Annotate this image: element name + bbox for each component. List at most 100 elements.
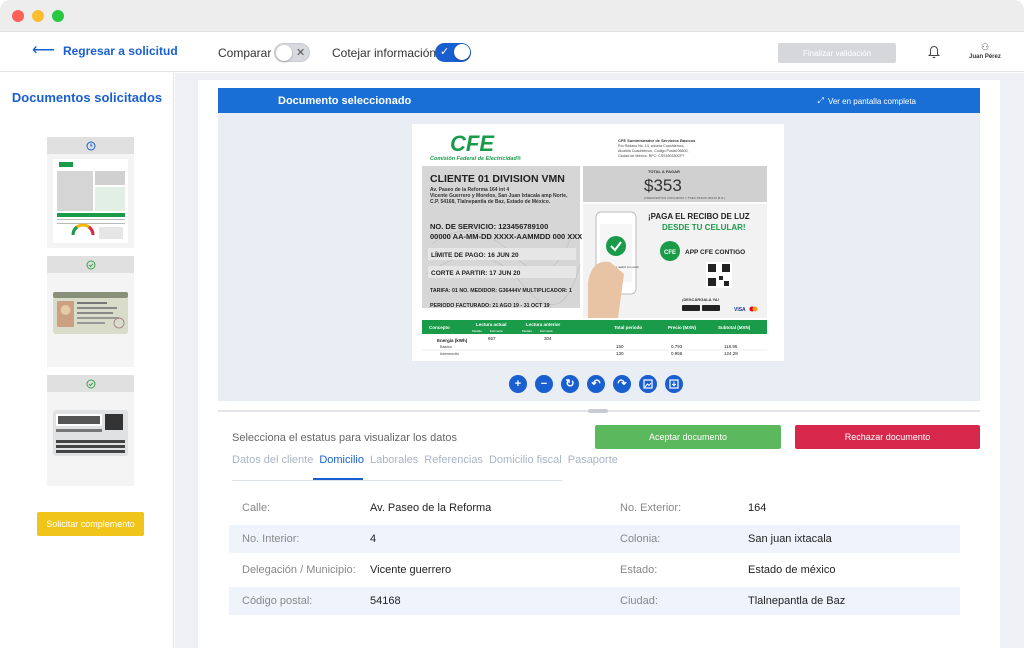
tab-address[interactable]: Domicilio xyxy=(319,454,364,480)
field-label: Estado: xyxy=(620,564,658,576)
field-value: Av. Paseo de la Reforma xyxy=(370,502,492,514)
field-value: Vicente guerrero xyxy=(370,564,452,576)
close-window-button[interactable] xyxy=(12,10,24,22)
tab-references[interactable]: Referencias xyxy=(424,454,483,480)
viewer-title: Documento seleccionado xyxy=(278,95,412,107)
compare-label: Comparar xyxy=(218,46,272,60)
minimize-window-button[interactable] xyxy=(32,10,44,22)
viewer-header: Documento seleccionado ⤢ Ver en pantalla… xyxy=(218,88,980,113)
sidebar-title: Documentos solicitados xyxy=(11,90,163,105)
cfe-bill-thumbnail xyxy=(53,159,128,243)
finalize-validation-button[interactable]: Finalizar validación xyxy=(778,43,896,63)
bill-meter-line: 00000 AA-MM-DD XXXX-AAMMDD 000 XXX xyxy=(430,232,582,241)
table-cell: 657 xyxy=(488,336,496,341)
field-label: Delegación / Municipio: xyxy=(242,564,356,576)
top-header: ⟵ Regresar a solicitud Comparar ✕ Coteja… xyxy=(0,32,1024,72)
table-subheader: Medida xyxy=(472,329,482,333)
field-label: Código postal: xyxy=(242,595,313,607)
tab-client-data[interactable]: Datos del cliente xyxy=(232,454,313,480)
bell-icon[interactable] xyxy=(928,45,940,59)
cfe-logo-subtitle: Comisión Federal de Electricidad® xyxy=(430,155,522,162)
user-menu[interactable]: ⚇ Juan Pérez xyxy=(962,42,1008,60)
table-header: Subtotal (MXN) xyxy=(718,325,751,330)
zoom-out-icon[interactable]: − xyxy=(535,375,553,393)
download-icon[interactable] xyxy=(665,375,683,393)
accept-document-button[interactable]: Aceptar documento xyxy=(595,425,781,449)
cfe-bill-document: CFE Comisión Federal de Electricidad® CF… xyxy=(412,124,784,361)
table-subheader: Medida xyxy=(522,329,532,333)
user-icon: ⚇ xyxy=(980,42,990,52)
check-circle-icon xyxy=(86,260,95,269)
issuer-line: CFE Suministrador de Servicios Básicos xyxy=(618,138,696,143)
field-value: 4 xyxy=(370,533,377,545)
table-cell: 304 xyxy=(544,336,552,341)
promo-line-2: DESDE TU CELULAR! xyxy=(662,223,746,232)
table-subheader: Estimada xyxy=(540,329,553,333)
document-thumbnail-ine-back[interactable] xyxy=(47,375,134,486)
expand-icon: ⤢ xyxy=(817,96,824,105)
bill-service-number: NO. DE SERVICIO: 123456789100 xyxy=(430,222,548,231)
field-label: No. Exterior: xyxy=(620,502,682,514)
document-viewer: Documento seleccionado ⤢ Ver en pantalla… xyxy=(218,88,980,401)
total-amount: $353 xyxy=(644,176,682,195)
toggle-knob xyxy=(276,45,292,61)
total-label: TOTAL A PAGAR xyxy=(648,169,680,174)
detail-row: Código postal: 54168 Ciudad: Tlalnepantl… xyxy=(229,587,960,615)
document-thumbnail-cfe-bill[interactable] xyxy=(47,137,134,248)
fullscreen-label: Ver en pantalla completa xyxy=(827,96,916,106)
ine-back-thumbnail xyxy=(53,410,128,456)
table-cell: 118.95 xyxy=(724,344,738,349)
arrow-left-icon: ⟵ xyxy=(32,42,55,59)
cross-check-toggle[interactable]: ✓ xyxy=(435,43,471,62)
detail-tabs: Datos del cliente Domicilio Laborales Re… xyxy=(232,454,618,480)
tab-employment[interactable]: Laborales xyxy=(370,454,418,480)
table-header: Concepto xyxy=(429,325,450,330)
table-header: Precio (MXN) xyxy=(668,325,697,330)
bill-client-name: CLIENTE 01 DIVISION VMN xyxy=(430,173,565,185)
bill-period: PERIODO FACTURADO: 21 AGO 19 - 31 OCT 19 xyxy=(430,303,550,309)
tab-fiscal-address[interactable]: Domicilio fiscal xyxy=(489,454,562,480)
bill-cut-date: CORTE A PARTIR: 17 JUN 20 xyxy=(431,270,521,277)
reject-document-button[interactable]: Rechazar documento xyxy=(795,425,980,449)
table-subheader: Estimada xyxy=(490,329,503,333)
visa-text: VISA xyxy=(734,307,746,313)
table-cell: Básico xyxy=(440,344,453,349)
maximize-window-button[interactable] xyxy=(52,10,64,22)
total-words: (TRESCIENTOS CINCUENTA Y TRES PESOS 00/1… xyxy=(644,196,725,200)
tab-passport[interactable]: Pasaporte xyxy=(568,454,618,480)
table-cell: Energía (kWh) xyxy=(437,338,468,343)
address-details: Calle: Av. Paseo de la Reforma No. Exter… xyxy=(229,494,960,618)
fit-image-icon[interactable] xyxy=(639,375,657,393)
fullscreen-button[interactable]: ⤢ Ver en pantalla completa xyxy=(818,96,916,106)
zoom-in-icon[interactable]: + xyxy=(509,375,527,393)
field-value: Tlalnepantla de Baz xyxy=(748,595,846,607)
request-supplement-button[interactable]: Solicitar complemento xyxy=(37,512,144,536)
issuer-line: Río Ródano No. 14, colonia Cuauhtémoc, xyxy=(618,144,685,148)
bill-address-line: C.P. 54168, Tlalnepantla de Baz, Estado … xyxy=(430,199,551,205)
cfe-logo: CFE xyxy=(450,131,495,156)
status-bar xyxy=(47,256,134,273)
viewer-toolbar: + − ↻ ↶ ↷ xyxy=(509,375,683,393)
undo-icon[interactable]: ↶ xyxy=(587,375,605,393)
document-thumbnail-ine-front[interactable] xyxy=(47,256,134,367)
compare-toggle[interactable]: ✕ xyxy=(274,43,310,62)
download-label: ¡DESCÁRGALA YA! xyxy=(682,297,719,302)
field-label: Colonia: xyxy=(620,533,661,545)
status-bar xyxy=(47,375,134,392)
field-value: 54168 xyxy=(370,595,401,607)
detail-row: Delegación / Municipio: Vicente guerrero… xyxy=(229,556,960,584)
x-icon: ✕ xyxy=(296,47,306,59)
table-cell: Intermedio xyxy=(440,351,460,356)
rotate-icon[interactable]: ↻ xyxy=(561,375,579,393)
redo-icon[interactable]: ↷ xyxy=(613,375,631,393)
app-name: APP CFE CONTIGO xyxy=(685,249,745,256)
table-cell: 0.793 xyxy=(671,344,683,349)
detail-row: Calle: Av. Paseo de la Reforma No. Exter… xyxy=(229,494,960,522)
resize-handle[interactable] xyxy=(588,409,608,413)
table-header: Total periodo xyxy=(614,325,642,330)
field-value: Estado de méxico xyxy=(748,564,836,576)
table-cell: 130 xyxy=(616,351,624,356)
table-header: Lectura anterior xyxy=(526,322,561,327)
back-to-request-link[interactable]: ⟵ Regresar a solicitud xyxy=(32,42,178,59)
table-header: Lectura actual xyxy=(476,322,507,327)
